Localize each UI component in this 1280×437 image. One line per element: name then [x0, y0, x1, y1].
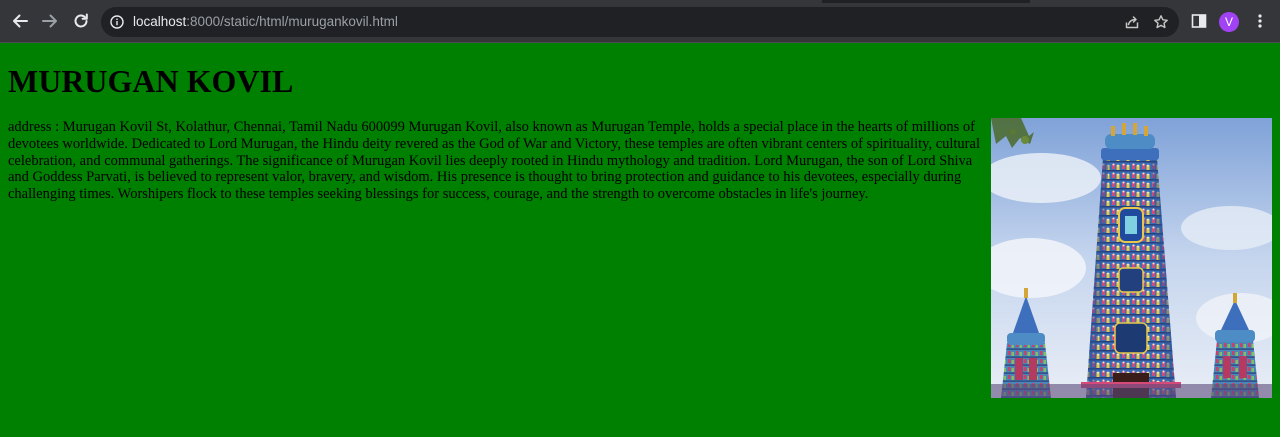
- tab-strip: [0, 0, 1280, 3]
- back-button[interactable]: [9, 10, 31, 32]
- browser-toolbar: localhost:8000/static/html/murugankovil.…: [0, 0, 1280, 43]
- arrow-right-icon: [42, 14, 57, 28]
- forward-button[interactable]: [39, 10, 61, 32]
- page-content: MURUGAN KOVIL address: Murugan Kovil St…: [0, 43, 1280, 437]
- menu-button[interactable]: [1250, 11, 1270, 31]
- temple-illustration: [991, 118, 1272, 398]
- arrow-left-icon: [13, 14, 28, 28]
- share-button[interactable]: [1124, 14, 1140, 30]
- address-bar[interactable]: localhost:8000/static/html/murugankovil.…: [101, 7, 1179, 37]
- tab-strip-segment: [1030, 0, 1280, 3]
- share-icon: [1125, 16, 1139, 29]
- side-panel-button[interactable]: [1189, 11, 1209, 31]
- star-icon: [1154, 15, 1168, 29]
- tab-strip-segment: [0, 0, 822, 3]
- page-title: MURUGAN KOVIL: [8, 63, 294, 99]
- kebab-menu-icon: [1258, 14, 1262, 28]
- url-path: :8000/static/html/murugankovil.html: [186, 14, 398, 29]
- bookmark-button[interactable]: [1153, 14, 1169, 30]
- side-panel-icon: [1191, 14, 1207, 28]
- reload-button[interactable]: [70, 10, 92, 32]
- reload-icon: [74, 13, 88, 28]
- url-host: localhost: [133, 14, 187, 29]
- url-text[interactable]: localhost:8000/static/html/murugankovil.…: [133, 13, 398, 31]
- avatar[interactable]: V: [1219, 12, 1239, 32]
- temple-gopuram-photo: [991, 118, 1272, 398]
- info-icon[interactable]: [110, 15, 124, 29]
- temple-description: address : Murugan Kovil St, Kolathur, Ch…: [8, 119, 980, 203]
